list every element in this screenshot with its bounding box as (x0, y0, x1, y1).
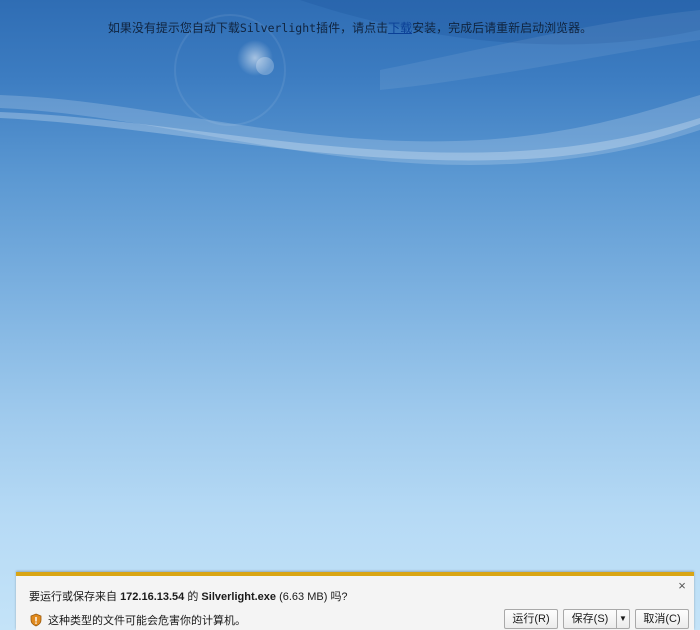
notice-plugin-name: Silverlight (239, 21, 317, 35)
browser-page: 如果没有提示您自动下载Silverlight插件，请点击下载安装，完成后请重新启… (0, 0, 700, 630)
plugin-install-notice: 如果没有提示您自动下载Silverlight插件，请点击下载安装，完成后请重新启… (0, 19, 700, 36)
run-button[interactable]: 运行(R) (504, 609, 558, 629)
download-size: (6.63 MB) (279, 591, 328, 603)
download-host: 172.16.13.54 (120, 591, 185, 603)
prompt-of: 的 (187, 591, 199, 603)
notice-text-middle: 插件，请点击 (316, 21, 389, 35)
notice-text-before: 如果没有提示您自动下载 (107, 21, 240, 35)
close-icon[interactable]: × (676, 579, 688, 592)
download-prompt: 要运行或保存来自 172.16.13.54 的 Silverlight.exe … (29, 588, 348, 604)
background-waves (0, 0, 700, 165)
prompt-prefix: 要运行或保存来自 (29, 591, 117, 603)
shield-warning-icon (29, 613, 43, 627)
download-notification-bar: 要运行或保存来自 172.16.13.54 的 Silverlight.exe … (16, 572, 694, 630)
download-warning: 这种类型的文件可能会危害你的计算机。 (29, 612, 246, 628)
save-button[interactable]: 保存(S) (563, 609, 617, 629)
download-filename: Silverlight.exe (201, 591, 277, 603)
save-options-dropdown-button[interactable]: ▼ (616, 609, 630, 629)
cancel-button[interactable]: 取消(C) (635, 609, 689, 629)
prompt-suffix: 吗? (330, 591, 348, 603)
download-link[interactable]: 下载 (388, 21, 412, 35)
warning-text: 这种类型的文件可能会危害你的计算机。 (48, 615, 246, 627)
notice-text-after: 安装，完成后请重新启动浏览器。 (412, 21, 593, 35)
